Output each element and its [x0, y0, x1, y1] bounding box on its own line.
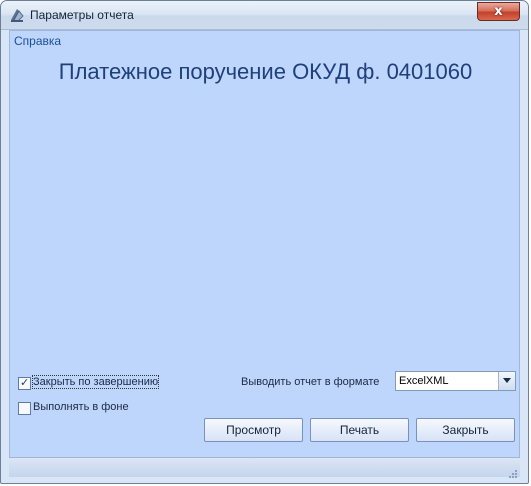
title-bar[interactable]: Параметры отчета x: [1, 1, 528, 30]
dropdown-button[interactable]: [498, 372, 515, 390]
help-menu-item[interactable]: Справка: [14, 34, 61, 48]
resize-grip-icon[interactable]: [507, 464, 518, 478]
close-icon: x: [494, 4, 503, 19]
output-format-select[interactable]: ExcelXML: [395, 371, 516, 391]
print-button[interactable]: Печать: [310, 418, 409, 442]
report-title: Платежное поручение ОКУД ф. 0401060: [58, 59, 473, 84]
window-close-button[interactable]: x: [477, 2, 520, 21]
close-button[interactable]: Закрыть: [416, 418, 515, 442]
close-on-finish-label[interactable]: Закрыть по завершению: [31, 375, 160, 389]
close-on-finish-checkbox[interactable]: ✓: [18, 376, 31, 390]
report-wizard-icon: [9, 7, 25, 23]
run-in-background-label[interactable]: Выполнять в фоне: [33, 401, 129, 413]
run-in-background-checkbox[interactable]: [18, 402, 31, 415]
status-bar: [9, 457, 520, 478]
report-parameters-window: Параметры отчета x Справка Платежное пор…: [0, 0, 529, 484]
run-in-background-option[interactable]: Выполнять в фоне: [18, 401, 138, 417]
close-on-finish-option[interactable]: ✓ Закрыть по завершению: [18, 375, 163, 392]
window-title: Параметры отчета: [30, 8, 134, 22]
chevron-down-icon: [503, 378, 511, 383]
output-format-label: Выводить отчет в формате: [241, 376, 380, 388]
preview-button[interactable]: Просмотр: [204, 418, 303, 442]
output-format-value: ExcelXML: [399, 375, 449, 387]
checkmark-icon: ✓: [20, 376, 30, 389]
